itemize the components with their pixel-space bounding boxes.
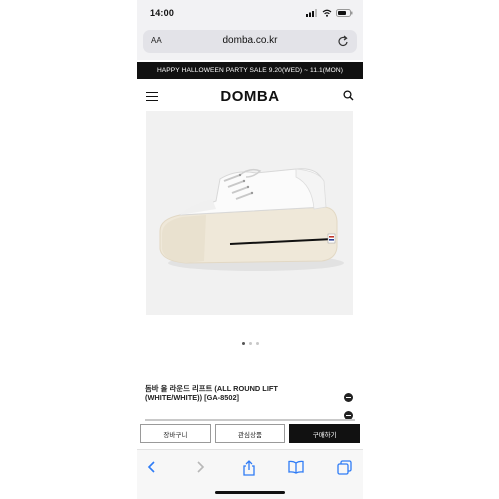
browser-toolbar [137, 449, 363, 499]
carousel-dot[interactable] [248, 342, 252, 345]
share-icon[interactable] [344, 393, 353, 402]
site-header: DOMBA [137, 80, 363, 110]
carousel-dot[interactable] [255, 342, 259, 345]
address-bar[interactable]: AA domba.co.kr [143, 30, 357, 53]
status-icons [306, 9, 353, 17]
buy-now-button[interactable]: 구매하기 [289, 424, 361, 443]
home-indicator [215, 491, 285, 494]
site-logo[interactable]: DOMBA [137, 88, 363, 105]
status-bar: 14:00 [137, 0, 363, 26]
wishlist-button[interactable]: 관심상품 [214, 424, 286, 443]
forward-icon[interactable] [195, 460, 205, 474]
purchase-actions: 장바구니 관심상품 구매하기 [137, 424, 363, 446]
back-icon[interactable] [147, 460, 157, 474]
carousel-dots [137, 342, 363, 345]
wifi-icon [322, 9, 332, 17]
search-icon[interactable] [343, 90, 354, 101]
mobile-screen: 14:00 AA domba.co.kr HAPPY HALLOWEEN PAR… [137, 0, 363, 499]
status-time: 14:00 [150, 8, 175, 18]
divider [145, 419, 355, 421]
battery-icon [336, 9, 353, 17]
carousel-dot[interactable] [241, 342, 245, 345]
cellular-signal-icon [306, 9, 317, 17]
product-image[interactable] [146, 111, 353, 315]
share-sheet-icon[interactable] [242, 460, 256, 476]
product-title: 돔바 올 라운드 리프트 (ALL ROUND LIFT (WHITE/WHIT… [145, 384, 278, 402]
address-bar-area: AA domba.co.kr [137, 26, 363, 60]
promo-banner[interactable]: HAPPY HALLOWEEN PARTY SALE 9.20(WED) ~ 1… [137, 62, 363, 79]
sneaker-image [159, 168, 344, 271]
url-text[interactable]: domba.co.kr [143, 35, 357, 46]
bookmarks-icon[interactable] [288, 460, 304, 474]
add-to-cart-button[interactable]: 장바구니 [140, 424, 211, 443]
tabs-icon[interactable] [337, 460, 352, 475]
reload-icon[interactable] [338, 35, 349, 47]
